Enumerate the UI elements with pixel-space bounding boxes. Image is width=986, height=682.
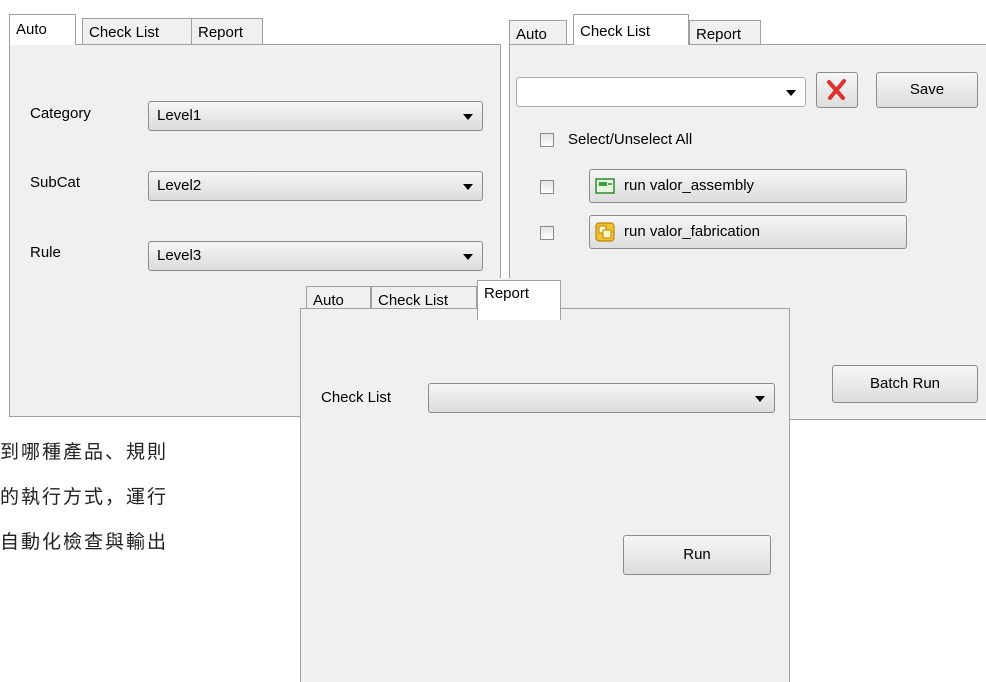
select-all-checkbox[interactable] <box>540 133 554 147</box>
delete-button[interactable] <box>816 72 858 108</box>
chevron-down-icon <box>463 254 473 260</box>
subcat-value: Level2 <box>157 177 202 194</box>
category-value: Level1 <box>157 107 202 124</box>
report-panel-body: Check List Run <box>300 308 790 682</box>
save-button[interactable]: Save <box>876 72 978 108</box>
tab-report[interactable]: Report <box>477 280 561 320</box>
tab-auto[interactable]: Auto <box>9 14 76 45</box>
background-text-line-2: 的執行方式，運行 <box>0 486 169 508</box>
auto-panel-tabstrip: Auto Check List Report <box>9 14 501 45</box>
background-text-line-1: 到哪種產品、規則 <box>0 441 169 463</box>
run-valor-fabrication-button[interactable]: run valor_fabrication <box>589 215 907 249</box>
tab-check-list[interactable]: Check List <box>573 14 689 45</box>
subcat-dropdown[interactable]: Level2 <box>148 171 483 201</box>
item-label: run valor_fabrication <box>624 223 760 240</box>
run-button[interactable]: Run <box>623 535 771 575</box>
item-checkbox[interactable] <box>540 226 554 240</box>
rule-value: Level3 <box>157 247 202 264</box>
fabrication-icon <box>595 222 615 246</box>
rule-label: Rule <box>30 244 61 261</box>
chevron-down-icon <box>463 184 473 190</box>
tab-report[interactable]: Report <box>689 20 761 44</box>
assembly-icon <box>595 177 615 199</box>
category-label: Category <box>30 105 91 122</box>
checklist-dropdown[interactable] <box>516 77 806 107</box>
checklist-label: Check List <box>321 389 392 406</box>
tab-check-list[interactable]: Check List <box>82 18 192 44</box>
chevron-down-icon <box>755 396 765 402</box>
category-dropdown[interactable]: Level1 <box>148 101 483 131</box>
run-valor-assembly-button[interactable]: run valor_assembly <box>589 169 907 203</box>
rule-dropdown[interactable]: Level3 <box>148 241 483 271</box>
report-panel: Auto Check List Report Check List Run <box>300 278 790 682</box>
report-panel-tabstrip: Auto Check List Report <box>300 278 790 320</box>
tab-check-list[interactable]: Check List <box>371 286 477 309</box>
subcat-label: SubCat <box>30 174 81 191</box>
close-icon <box>827 79 846 100</box>
tab-report[interactable]: Report <box>191 18 263 44</box>
report-checklist-dropdown[interactable] <box>428 383 775 413</box>
background-text-line-3: 自動化檢查與輸出 <box>0 531 169 553</box>
checklist-panel-tabstrip: Auto Check List Report <box>509 14 986 45</box>
chevron-down-icon <box>463 114 473 120</box>
tab-auto[interactable]: Auto <box>509 20 567 44</box>
item-checkbox[interactable] <box>540 180 554 194</box>
tab-auto[interactable]: Auto <box>306 286 371 309</box>
select-all-label: Select/Unselect All <box>568 131 693 148</box>
batch-run-button[interactable]: Batch Run <box>832 365 978 403</box>
item-label: run valor_assembly <box>624 177 755 194</box>
chevron-down-icon <box>786 90 796 96</box>
